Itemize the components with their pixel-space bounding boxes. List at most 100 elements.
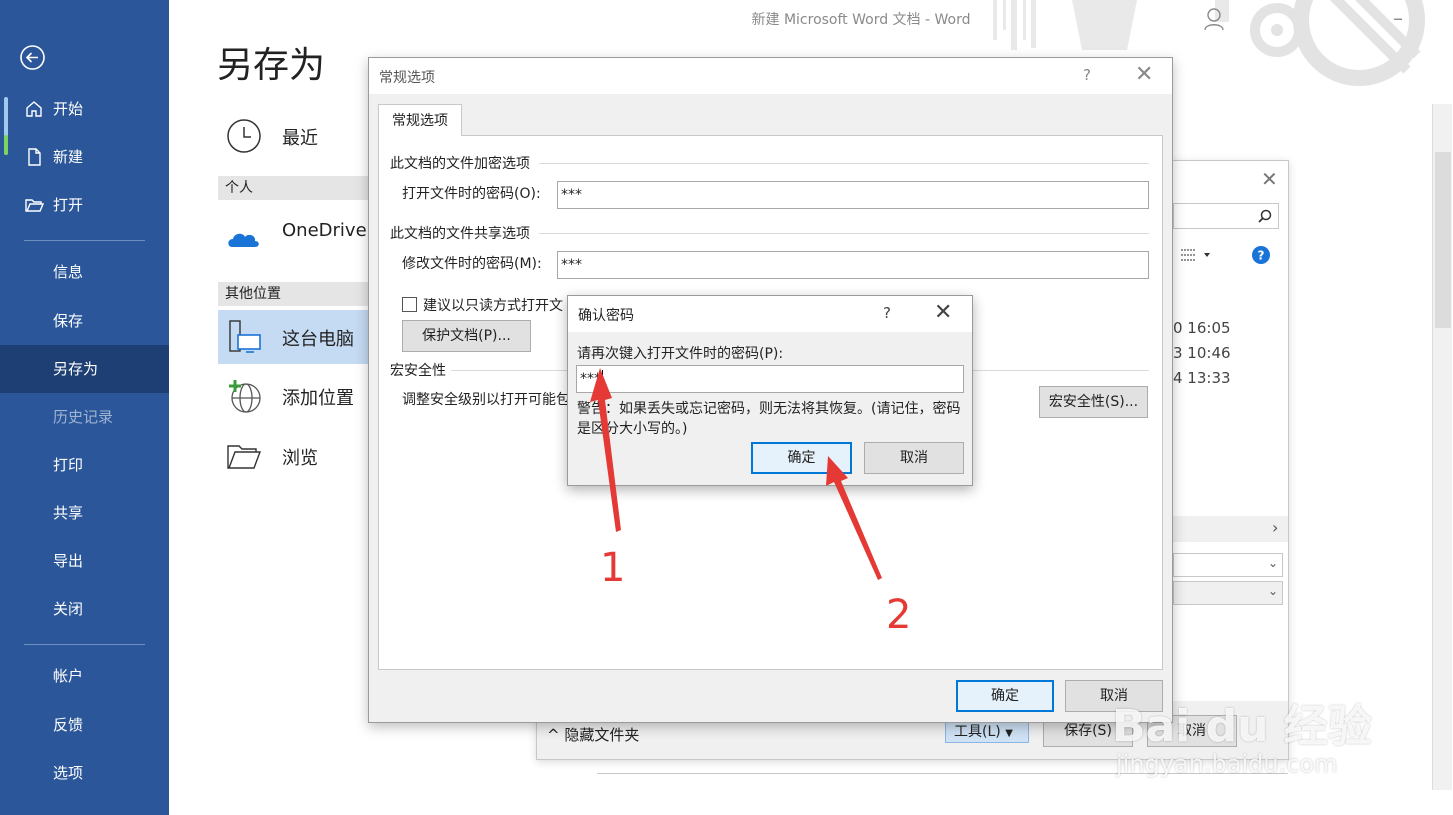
search-icon (1258, 209, 1272, 223)
search-input[interactable] (1173, 203, 1279, 229)
baidu-watermark-url: jingyan.baidu.com (1116, 750, 1338, 778)
sidebar-item-print[interactable]: 打印 (0, 441, 169, 489)
confirm-password-field[interactable]: *** (576, 365, 964, 393)
location-label: 这台电脑 (282, 329, 354, 350)
sidebar-item-close[interactable]: 关闭 (0, 585, 169, 633)
sidebar-item-label: 反馈 (53, 716, 84, 734)
sidebar-item-label: 保存 (53, 312, 84, 330)
chevron-down-icon: ⌄ (1267, 556, 1278, 570)
sidebar-item-new[interactable]: 新建 (0, 133, 169, 181)
open-password-label: 打开文件时的密码(O): (402, 186, 541, 202)
sidebar-item-share[interactable]: 共享 (0, 489, 169, 537)
help-icon[interactable]: ? (1083, 66, 1091, 84)
location-this-pc[interactable]: 这台电脑 (218, 310, 370, 364)
group-title-share: 此文档的文件共享选项 (390, 226, 530, 242)
home-icon (26, 101, 42, 117)
step-number-2: 2 (886, 592, 912, 638)
close-icon[interactable]: ✕ (1135, 62, 1153, 87)
open-password-field[interactable]: *** (557, 181, 1149, 209)
modify-password-label: 修改文件时的密码(M): (402, 256, 542, 272)
folder-icon (227, 445, 262, 469)
location-label: 浏览 (282, 448, 318, 469)
step-number-1: 1 (600, 545, 626, 591)
sidebar-item-label: 共享 (53, 504, 84, 522)
dialog-title: 确认密码 (578, 308, 634, 324)
file-modified-time: 0 16:05 (1173, 319, 1231, 337)
account-icon[interactable] (1203, 6, 1225, 37)
section-header-other: 其他位置 (218, 282, 370, 306)
location-label: 添加位置 (282, 388, 354, 409)
sidebar-item-open[interactable]: 打开 (0, 181, 169, 229)
new-document-icon (28, 148, 41, 166)
readonly-checkbox[interactable] (402, 297, 417, 312)
section-header-personal: 个人 (218, 176, 370, 200)
location-onedrive[interactable]: OneDrive (218, 214, 370, 258)
sidebar-item-label: 打印 (53, 456, 84, 474)
hide-folders-toggle[interactable]: ^ 隐藏文件夹 (547, 724, 639, 745)
computer-icon (229, 320, 261, 353)
ok-button[interactable]: 确定 (956, 680, 1054, 712)
group-title-encrypt: 此文档的文件加密选项 (390, 156, 530, 172)
sidebar-item-label: 选项 (53, 764, 84, 782)
cancel-button[interactable]: 取消 (864, 442, 964, 474)
back-arrow-icon[interactable] (19, 44, 46, 71)
modify-password-field[interactable]: *** (557, 251, 1149, 279)
confirm-password-value: *** (580, 371, 601, 387)
sidebar-item-label: 开始 (53, 100, 84, 118)
sidebar-divider (24, 240, 145, 241)
location-label: 最近 (282, 128, 318, 149)
onedrive-cloud-icon (228, 233, 259, 247)
sidebar-item-options[interactable]: 选项 (0, 749, 169, 797)
view-options-icon[interactable] (1180, 247, 1214, 263)
minimize-icon[interactable]: – (1393, 6, 1403, 30)
sidebar-item-save-as[interactable]: 另存为 (0, 345, 169, 393)
sidebar-item-feedback[interactable]: 反馈 (0, 701, 169, 749)
svg-text:?: ? (1258, 249, 1265, 263)
protect-document-button[interactable]: 保护文档(P)... (402, 320, 531, 352)
location-browse[interactable]: 浏览 (218, 438, 370, 478)
help-icon[interactable]: ? (883, 304, 891, 322)
dialog-title: 常规选项 (379, 70, 435, 86)
tools-button[interactable]: 工具(L) ▼ (945, 721, 1029, 743)
filename-combo[interactable]: ⌄ (1173, 553, 1283, 577)
chevron-down-icon: ⌄ (1267, 584, 1278, 598)
tab-general-options[interactable]: 常规选项 (378, 104, 462, 136)
chevron-right-icon[interactable]: › (1272, 518, 1278, 537)
sidebar-item-label: 另存为 (53, 360, 99, 378)
sidebar-item-label: 信息 (53, 263, 84, 281)
filetype-combo[interactable]: ⌄ (1173, 581, 1283, 605)
sidebar-item-label: 新建 (53, 148, 84, 166)
macro-description: 调整安全级别以打开可能包 (402, 392, 570, 408)
sidebar-item-info[interactable]: 信息 (0, 248, 169, 296)
sidebar-item-save[interactable]: 保存 (0, 297, 169, 345)
backstage-sidebar: 开始 新建 打开 信息 保存 另存为 历史记录 打印 共享 导出 关闭 帐户 反… (0, 0, 169, 815)
vertical-scrollbar[interactable] (1432, 104, 1452, 790)
text-cursor (602, 370, 603, 386)
macro-security-button[interactable]: 宏安全性(S)... (1039, 386, 1148, 418)
close-icon[interactable]: ✕ (1261, 167, 1278, 191)
ok-button[interactable]: 确定 (751, 442, 852, 474)
sidebar-item-label: 导出 (53, 552, 84, 570)
close-icon[interactable]: ✕ (934, 300, 952, 325)
add-globe-icon (229, 380, 261, 413)
scrollbar-thumb[interactable] (1435, 152, 1451, 328)
open-folder-icon (25, 199, 44, 212)
file-modified-time: 3 10:46 (1173, 344, 1231, 362)
tools-button-label: 工具(L) (954, 724, 1001, 740)
sidebar-item-history[interactable]: 历史记录 (0, 393, 169, 441)
sidebar-item-account[interactable]: 帐户 (0, 652, 169, 700)
location-add-place[interactable]: 添加位置 (218, 378, 370, 418)
chevron-up-icon: ^ (547, 726, 560, 744)
sidebar-divider (24, 644, 145, 645)
reenter-password-label: 请再次键入打开文件时的密码(P): (577, 346, 784, 362)
clock-icon (227, 119, 261, 153)
dialog-titlebar: 常规选项 ? ✕ (369, 58, 1172, 94)
page-title: 另存为 (217, 45, 326, 86)
sidebar-item-export[interactable]: 导出 (0, 537, 169, 585)
help-icon[interactable]: ? (1252, 246, 1270, 264)
password-warning: 警告：如果丢失或忘记密码，则无法将其恢复。(请记住，密码是区分大小写的。) (577, 401, 961, 437)
location-label: OneDrive (282, 220, 367, 241)
location-recent[interactable]: 最近 (218, 118, 368, 158)
sidebar-item-label: 关闭 (53, 600, 84, 618)
sidebar-item-home[interactable]: 开始 (0, 85, 169, 133)
